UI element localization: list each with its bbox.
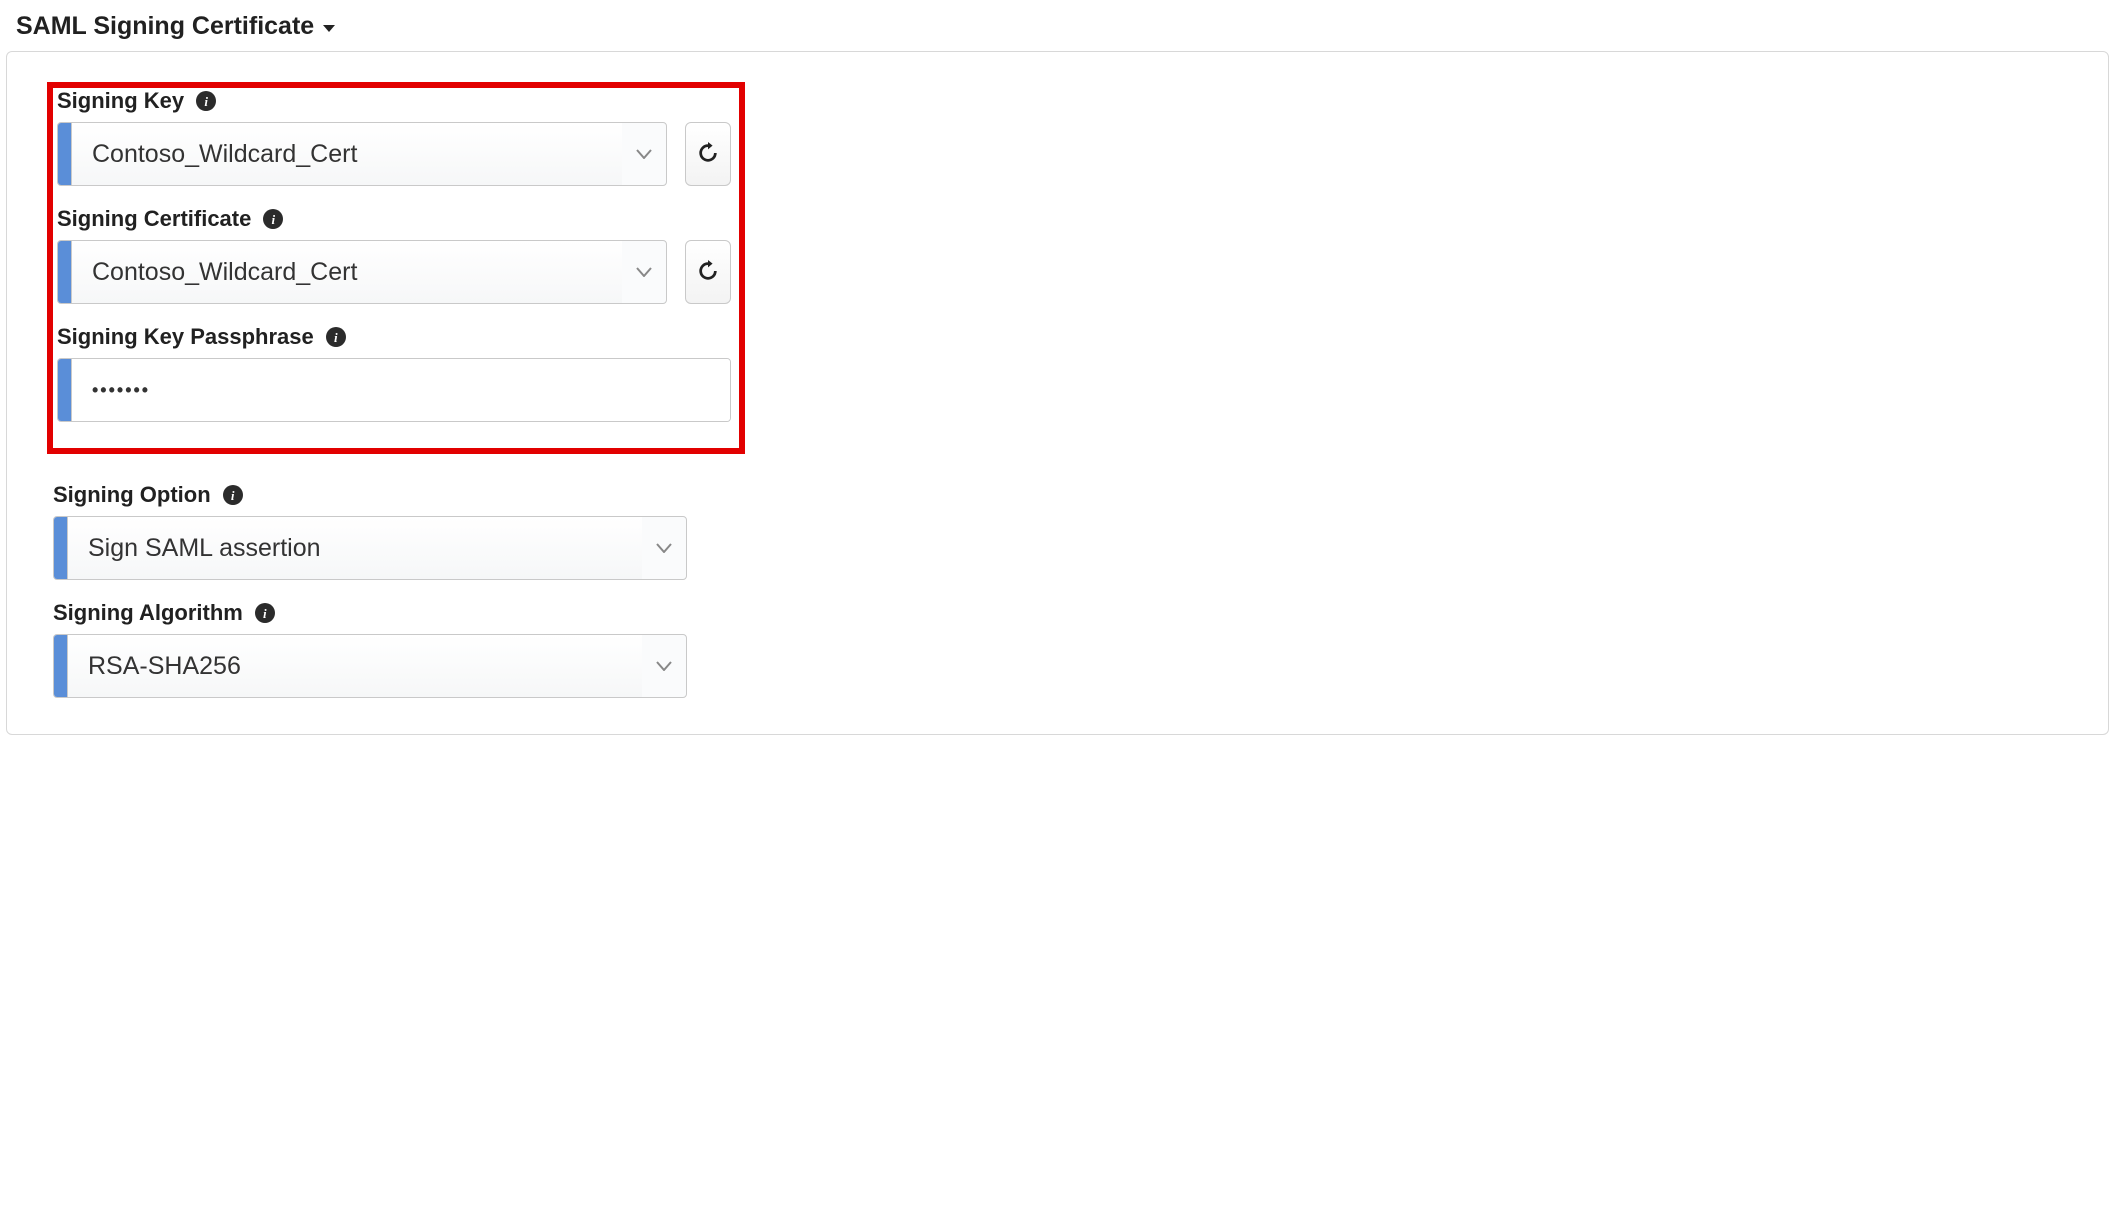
info-icon[interactable]: i bbox=[255, 603, 275, 623]
required-indicator-bar bbox=[54, 517, 68, 579]
signing-key-passphrase-label: Signing Key Passphrase bbox=[57, 324, 314, 350]
chevron-down-icon bbox=[622, 241, 666, 303]
signing-option-select-value: Sign SAML assertion bbox=[68, 517, 642, 579]
refresh-signing-certificate-button[interactable] bbox=[685, 240, 731, 304]
info-icon[interactable]: i bbox=[196, 91, 216, 111]
signing-key-passphrase-label-row: Signing Key Passphrase i bbox=[57, 324, 731, 350]
signing-option-select[interactable]: Sign SAML assertion bbox=[53, 516, 687, 580]
info-icon[interactable]: i bbox=[223, 485, 243, 505]
info-icon[interactable]: i bbox=[263, 209, 283, 229]
signing-key-label-row: Signing Key i bbox=[57, 88, 731, 114]
section-title: SAML Signing Certificate bbox=[16, 12, 314, 41]
signing-algorithm-select[interactable]: RSA-SHA256 bbox=[53, 634, 687, 698]
signing-certificate-select[interactable]: Contoso_Wildcard_Cert bbox=[57, 240, 667, 304]
info-icon[interactable]: i bbox=[326, 327, 346, 347]
field-group-signing-key: Signing Key i Contoso_Wildcard_Cert bbox=[57, 88, 731, 186]
field-group-signing-certificate: Signing Certificate i Contoso_Wildcard_C… bbox=[57, 206, 731, 304]
signing-algorithm-label-row: Signing Algorithm i bbox=[53, 600, 2062, 626]
field-group-signing-option: Signing Option i Sign SAML assertion bbox=[53, 482, 2062, 580]
required-indicator-bar bbox=[54, 635, 68, 697]
signing-algorithm-select-value: RSA-SHA256 bbox=[68, 635, 642, 697]
required-indicator-bar bbox=[58, 241, 72, 303]
signing-certificate-label-row: Signing Certificate i bbox=[57, 206, 731, 232]
chevron-down-icon bbox=[622, 123, 666, 185]
chevron-down-icon bbox=[642, 635, 686, 697]
required-indicator-bar bbox=[58, 123, 72, 185]
signing-algorithm-label: Signing Algorithm bbox=[53, 600, 243, 626]
signing-key-label: Signing Key bbox=[57, 88, 184, 114]
signing-option-label-row: Signing Option i bbox=[53, 482, 2062, 508]
saml-signing-panel: Signing Key i Contoso_Wildcard_Cert bbox=[6, 51, 2109, 735]
signing-certificate-label: Signing Certificate bbox=[57, 206, 251, 232]
highlight-box: Signing Key i Contoso_Wildcard_Cert bbox=[47, 82, 745, 454]
refresh-icon bbox=[697, 142, 719, 167]
signing-key-select[interactable]: Contoso_Wildcard_Cert bbox=[57, 122, 667, 186]
refresh-icon bbox=[697, 260, 719, 285]
signing-certificate-select-value: Contoso_Wildcard_Cert bbox=[72, 241, 622, 303]
refresh-signing-key-button[interactable] bbox=[685, 122, 731, 186]
signing-key-select-value: Contoso_Wildcard_Cert bbox=[72, 123, 622, 185]
field-group-signing-algorithm: Signing Algorithm i RSA-SHA256 bbox=[53, 600, 2062, 698]
chevron-down-icon bbox=[642, 517, 686, 579]
signing-option-label: Signing Option bbox=[53, 482, 211, 508]
required-indicator-bar bbox=[58, 359, 72, 421]
field-group-signing-key-passphrase: Signing Key Passphrase i ••••••• bbox=[57, 324, 731, 422]
signing-key-passphrase-value: ••••••• bbox=[72, 359, 730, 421]
signing-key-passphrase-input[interactable]: ••••••• bbox=[57, 358, 731, 422]
masked-password-text: ••••••• bbox=[92, 380, 150, 401]
section-header[interactable]: SAML Signing Certificate bbox=[6, 6, 2109, 47]
caret-down-icon bbox=[322, 12, 336, 41]
